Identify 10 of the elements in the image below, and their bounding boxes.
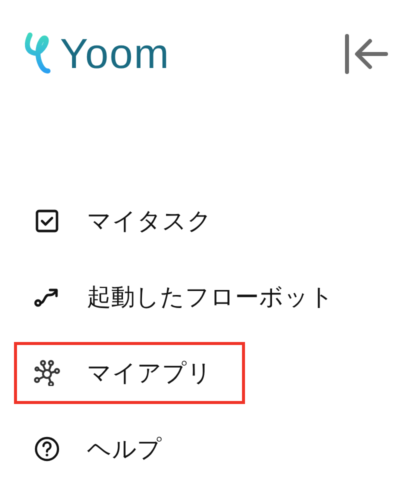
collapse-icon[interactable] (344, 32, 390, 76)
menu-item[interactable]: ヘルプ (14, 418, 181, 480)
route-icon (34, 286, 60, 308)
menu-item[interactable]: マイアプリ (14, 342, 245, 404)
checkbox-icon (35, 209, 59, 233)
menu-item[interactable]: 起動したフローボット (14, 266, 353, 328)
logo-text: Yoom (60, 30, 170, 78)
menu-item[interactable]: マイタスク (14, 190, 231, 252)
network-icon (34, 360, 60, 386)
help-icon (34, 436, 60, 462)
